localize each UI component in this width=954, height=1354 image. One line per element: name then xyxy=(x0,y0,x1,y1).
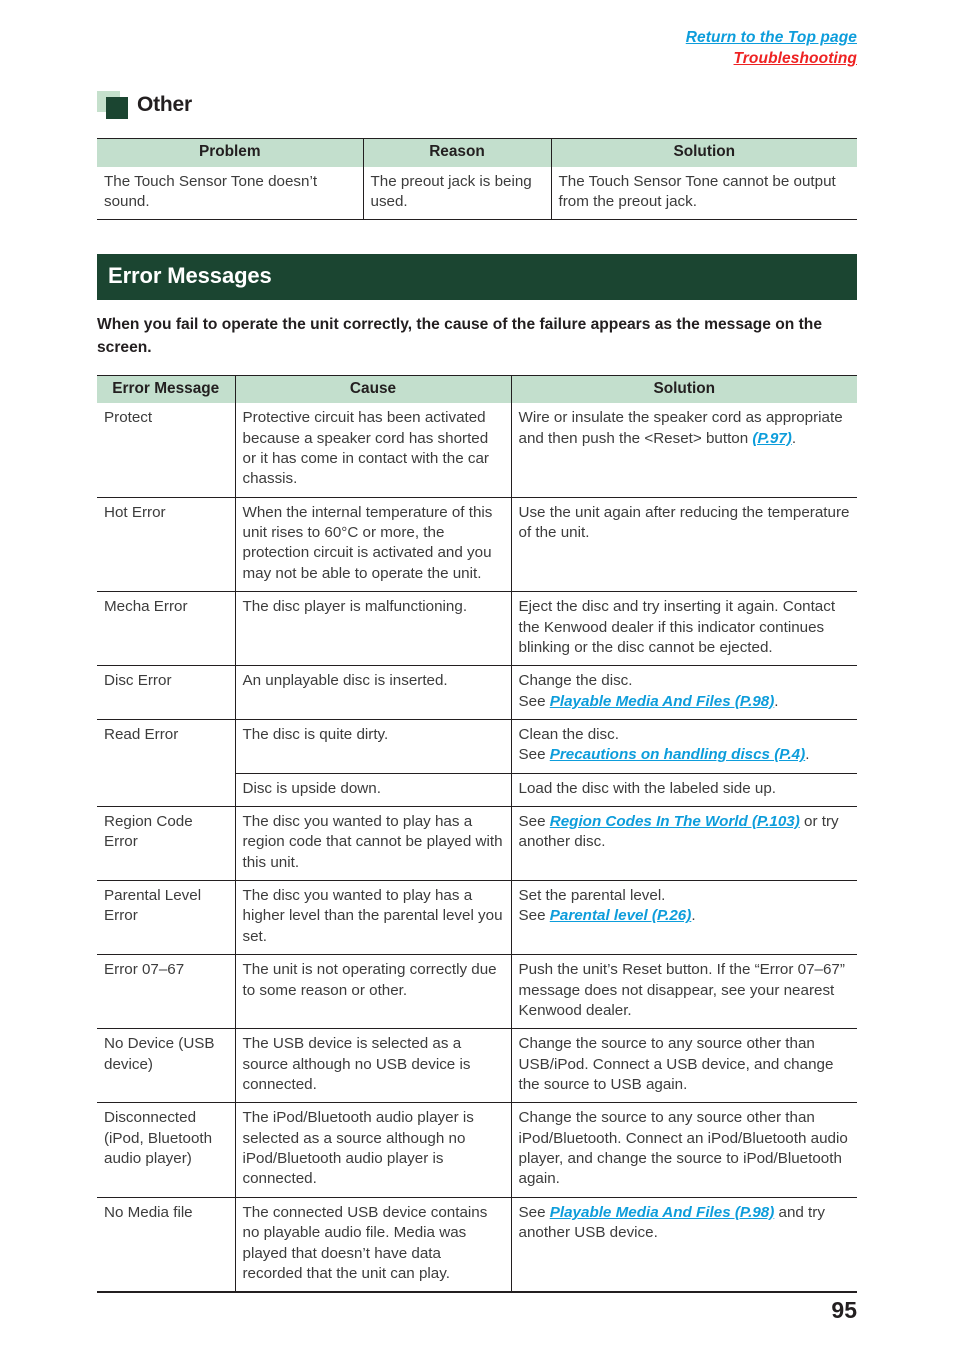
cell-solution: Use the unit again after reducing the te… xyxy=(510,496,857,592)
cell-error-message: Mecha Error xyxy=(97,591,235,666)
cell-cause: The disc you wanted to play has a higher… xyxy=(234,880,511,955)
table-row: No Media file The connected USB device co… xyxy=(97,1196,857,1292)
table-row: Protect Protective circuit has been activ… xyxy=(97,403,857,498)
return-to-top-page-link[interactable]: Return to the Top page xyxy=(686,28,857,49)
cell-cause: The iPod/Bluetooth audio player is selec… xyxy=(234,1102,511,1198)
top-navigation-links: Return to the Top page Troubleshooting xyxy=(686,28,857,70)
cell-solution: Wire or insulate the speaker cord as app… xyxy=(510,403,857,498)
cell-solution: See Region Codes In The World (P.103) or… xyxy=(510,806,857,881)
table-row: No Device (USB device) The USB device is … xyxy=(97,1028,857,1103)
cell-cause: Disc is upside down. xyxy=(234,772,511,807)
cell-solution: See Playable Media And Files (P.98) and … xyxy=(510,1196,857,1292)
table-header-row: Problem Reason Solution xyxy=(97,139,857,167)
cell-cause: The disc is quite dirty. xyxy=(234,718,511,774)
other-table-wrapper: Problem Reason Solution The Touch Sensor… xyxy=(97,138,857,221)
cross-reference-link[interactable]: Precautions on handling discs (P.4) xyxy=(550,746,805,763)
cell-error-message: Read Error xyxy=(97,718,235,774)
cross-reference-link[interactable]: Region Codes In The World (P.103) xyxy=(550,813,800,830)
table-row: Parental Level Error The disc you wanted … xyxy=(97,880,857,955)
cell-error-message: Error 07–67 xyxy=(97,954,235,1029)
cell-solution: Change the source to any source other th… xyxy=(510,1102,857,1198)
column-header-problem: Problem xyxy=(97,139,363,167)
section-title: Other xyxy=(137,93,193,116)
section-marker-icon xyxy=(97,91,133,119)
table-row: Region Code Error The disc you wanted to … xyxy=(97,806,857,881)
cell-error-message xyxy=(97,773,235,806)
cell-error-message: No Media file xyxy=(97,1196,235,1292)
cross-reference-link[interactable]: (P.97) xyxy=(752,430,791,447)
table-row: Disc is upside down. Load the disc with t… xyxy=(97,772,857,807)
page-content: Other Problem Reason Solution The Touch … xyxy=(97,88,857,1294)
troubleshooting-link[interactable]: Troubleshooting xyxy=(686,49,857,70)
cell-problem: The Touch Sensor Tone doesn’t sound. xyxy=(104,172,318,210)
cell-solution: Set the parental level. See Parental leve… xyxy=(510,880,857,955)
cross-reference-link[interactable]: Parental level (P.26) xyxy=(550,907,692,924)
cell-cause: When the internal temperature of this un… xyxy=(234,496,511,592)
cell-solution: Eject the disc and try inserting it agai… xyxy=(510,591,857,666)
cell-error-message: Disconnected (iPod, Bluetooth audio play… xyxy=(97,1102,235,1198)
document-page: Return to the Top page Troubleshooting O… xyxy=(0,0,954,1354)
table-row: Mecha Error The disc player is malfunctio… xyxy=(97,591,857,666)
error-messages-table: Error Message Cause Solution Protect Prot… xyxy=(97,375,857,1292)
section-heading-other: Other xyxy=(97,88,857,122)
cell-error-message: Hot Error xyxy=(97,496,235,592)
cell-cause: The disc you wanted to play has a region… xyxy=(234,806,511,881)
table-row: Hot Error When the internal temperature o… xyxy=(97,496,857,592)
cross-reference-link[interactable]: Playable Media And Files (P.98) xyxy=(550,693,775,710)
error-table-wrapper: Error Message Cause Solution Protect Prot… xyxy=(97,374,857,1294)
cell-cause: The USB device is selected as a source a… xyxy=(234,1028,511,1103)
table-row: The Touch Sensor Tone doesn’t sound. The… xyxy=(97,166,857,220)
banner-title: Error Messages xyxy=(108,263,272,289)
table-row: Read Error The disc is quite dirty. Clean … xyxy=(97,718,857,774)
column-header-solution: Solution xyxy=(550,139,857,167)
cell-solution: Push the unit’s Reset button. If the “Er… xyxy=(510,954,857,1029)
other-table: Problem Reason Solution The Touch Sensor… xyxy=(97,139,857,220)
cell-solution: Change the disc. See Playable Media And F… xyxy=(510,665,857,720)
cell-error-message: No Device (USB device) xyxy=(97,1028,235,1103)
cell-error-message: Region Code Error xyxy=(97,806,235,881)
column-header-error-message: Error Message xyxy=(97,375,235,404)
cross-reference-link[interactable]: Playable Media And Files (P.98) xyxy=(550,1204,775,1221)
page-number: 95 xyxy=(831,1297,857,1323)
table-row: Disc Error An unplayable disc is inserted… xyxy=(97,665,857,720)
cell-reason: The preout jack is being used. xyxy=(362,166,551,220)
cell-error-message: Disc Error xyxy=(97,665,235,720)
cell-solution: Change the source to any source other th… xyxy=(510,1028,857,1103)
cell-error-message: Protect xyxy=(104,409,153,427)
error-messages-banner: Error Messages xyxy=(97,254,857,301)
cell-cause: The disc player is malfunctioning. xyxy=(234,591,511,666)
cell-error-message: Parental Level Error xyxy=(97,880,235,955)
table-header-row: Error Message Cause Solution xyxy=(97,375,857,404)
cell-cause: Protective circuit has been activated be… xyxy=(234,403,511,498)
column-header-cause: Cause xyxy=(234,375,511,404)
column-header-reason: Reason xyxy=(362,139,551,167)
intro-paragraph: When you fail to operate the unit correc… xyxy=(97,316,822,356)
cell-solution: Clean the disc. See Precautions on handli… xyxy=(510,718,857,774)
cell-solution: Load the disc with the labeled side up. xyxy=(510,772,857,807)
table-row: Disconnected (iPod, Bluetooth audio play… xyxy=(97,1102,857,1198)
cell-solution: The Touch Sensor Tone cannot be output f… xyxy=(550,166,857,220)
cell-cause: An unplayable disc is inserted. xyxy=(234,665,511,720)
error-table-body: Protect Protective circuit has been activ… xyxy=(97,403,857,1292)
cell-cause: The connected USB device contains no pla… xyxy=(234,1196,511,1292)
column-header-solution: Solution xyxy=(510,375,857,404)
table-row: Error 07–67 The unit is not operating cor… xyxy=(97,954,857,1029)
cell-cause: The unit is not operating correctly due … xyxy=(234,954,511,1029)
